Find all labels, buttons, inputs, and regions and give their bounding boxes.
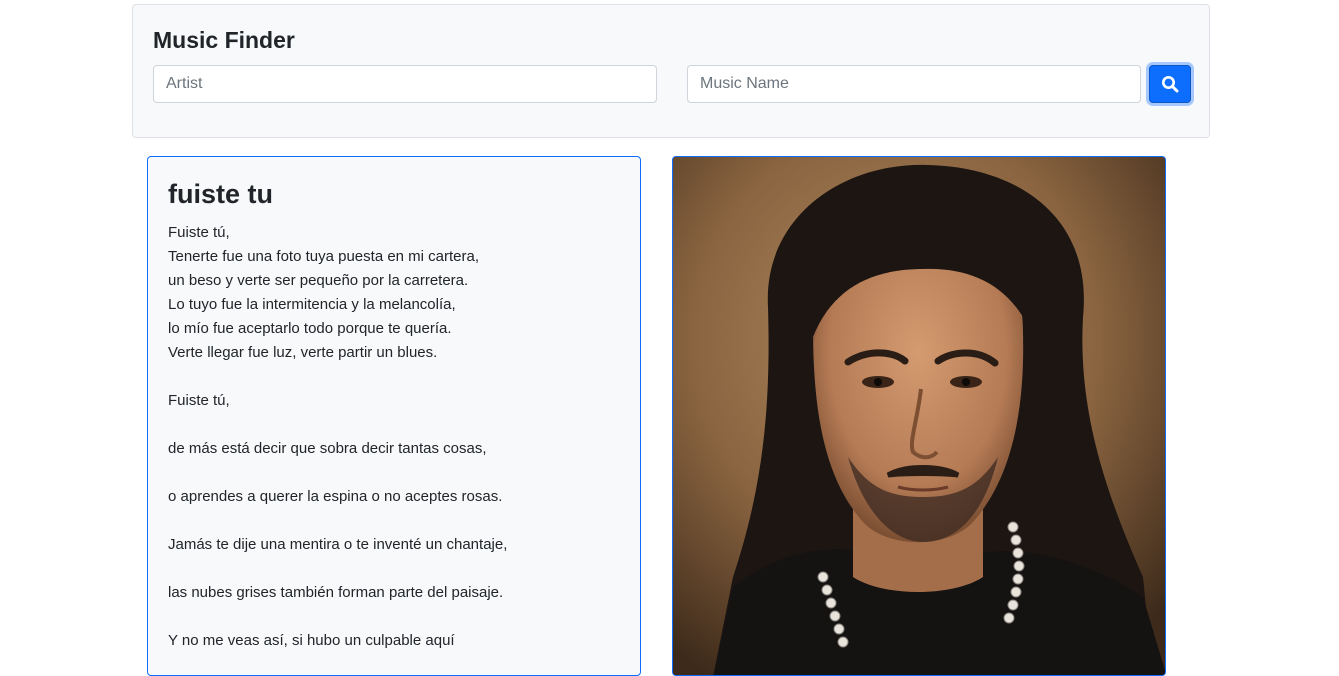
artist-photo-image [673, 157, 1165, 675]
lyric-blank-line [168, 365, 628, 389]
lyric-blank-line [168, 461, 628, 485]
lyric-blank-line [168, 557, 628, 581]
search-panel: Music Finder [132, 4, 1210, 138]
lyrics-card: fuiste tu Fuiste tú, Tenerte fue una foto… [147, 156, 641, 676]
lyric-blank-line [168, 509, 628, 533]
app-title: Music Finder [153, 27, 295, 53]
lyric-line: Tenerte fue una foto tuya puesta en mi c… [168, 248, 480, 265]
lyrics-text: Fuiste tú, Tenerte fue una foto tuya pues… [168, 221, 628, 653]
artist-input[interactable] [153, 65, 657, 103]
lyric-line: Jamás te dije una mentira o te inventé u… [168, 536, 508, 553]
lyric-line: de más está decir que sobra decir tantas… [168, 440, 487, 457]
lyric-line: Verte llegar fue luz, verte partir un bl… [168, 344, 438, 361]
lyric-line: Y no me veas así, si hubo un culpable aq… [168, 632, 455, 649]
music-name-input[interactable] [687, 65, 1141, 103]
lyric-line: Fuiste tú, [168, 392, 230, 409]
lyric-line: Lo tuyo fue la intermitencia y la melanc… [168, 296, 456, 313]
lyric-line: las nubes grises también forman parte de… [168, 584, 504, 601]
lyric-line: Fuiste tú, [168, 224, 230, 241]
search-button[interactable] [1149, 65, 1191, 103]
lyric-line: lo mío fue aceptarlo todo porque te quer… [168, 320, 452, 337]
lyric-line: un beso y verte ser pequeño por la carre… [168, 272, 469, 289]
artist-photo [672, 156, 1166, 676]
lyric-blank-line [168, 605, 628, 629]
lyric-line: o aprendes a querer la espina o no acept… [168, 488, 503, 505]
search-icon [1150, 75, 1190, 93]
lyric-blank-line [168, 413, 628, 437]
song-title: fuiste tu [168, 179, 273, 209]
